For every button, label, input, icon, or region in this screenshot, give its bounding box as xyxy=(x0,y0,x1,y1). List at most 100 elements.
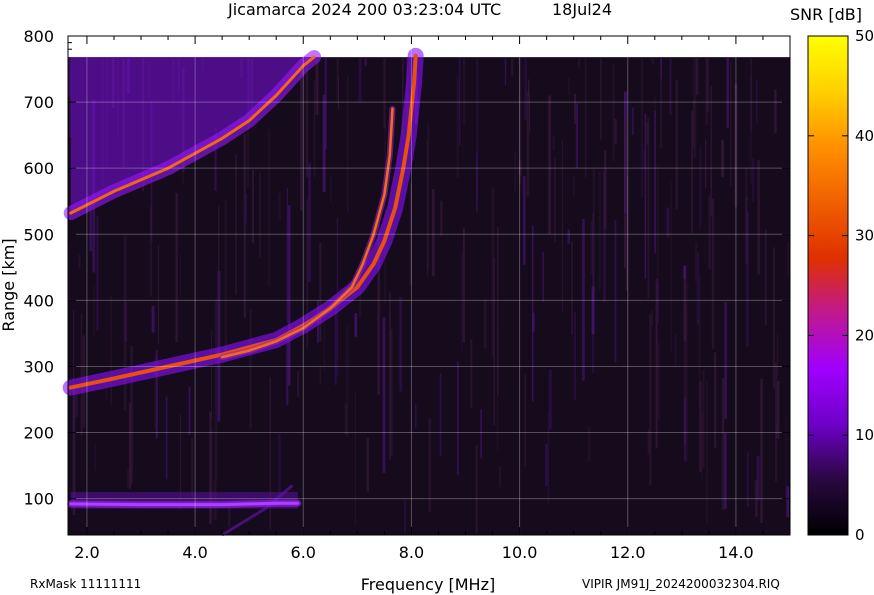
noise-streak xyxy=(584,57,587,178)
noise-streak xyxy=(514,150,516,192)
noise-streak xyxy=(313,81,316,178)
x-tick-label: 8.0 xyxy=(399,543,424,562)
noise-streak xyxy=(151,306,155,333)
noise-streak xyxy=(651,310,653,327)
noise-streak xyxy=(476,57,478,203)
noise-streak xyxy=(462,227,465,343)
file-annotation: VIPIR JM91J_2024200032304.RIQ xyxy=(582,577,780,591)
noise-streak xyxy=(491,187,495,357)
noise-streak xyxy=(459,57,461,146)
noise-streak xyxy=(577,57,580,69)
noise-streak xyxy=(760,378,763,523)
noise-streak xyxy=(669,57,672,116)
x-axis-label: Frequency [MHz] xyxy=(361,575,495,594)
noise-streak xyxy=(399,296,402,392)
noise-streak xyxy=(587,426,591,462)
noise-streak xyxy=(218,206,220,341)
noise-streak xyxy=(297,371,300,397)
noise-streak xyxy=(745,197,748,265)
rxmask-annotation: RxMask 11111111 xyxy=(30,577,141,591)
noise-streak xyxy=(426,141,428,277)
noise-streak xyxy=(214,299,218,480)
noise-streak xyxy=(567,77,570,96)
noise-streak xyxy=(660,57,662,80)
noise-streak xyxy=(180,253,182,299)
chart-title: Jicamarca 2024 200 03:23:04 UTC xyxy=(227,0,501,19)
noise-streak xyxy=(524,374,526,467)
noise-streak xyxy=(612,63,615,162)
noise-streak xyxy=(475,445,478,534)
colorbar-label: SNR [dB] xyxy=(790,5,862,24)
noise-streak xyxy=(252,169,254,243)
noise-streak xyxy=(243,133,246,318)
noise-streak xyxy=(705,57,709,126)
noise-streak xyxy=(641,57,643,198)
noise-streak xyxy=(483,299,487,348)
x-tick-label: 6.0 xyxy=(291,543,316,562)
noise-streak xyxy=(710,174,712,188)
noise-streak xyxy=(78,255,81,269)
x-tick-label: 10.0 xyxy=(502,543,538,562)
noise-streak xyxy=(470,339,473,409)
noise-streak xyxy=(278,434,281,498)
noise-streak xyxy=(705,139,707,189)
x-tick-label: 2.0 xyxy=(74,543,99,562)
noise-streak xyxy=(710,86,713,217)
colorbar-tick-label: 30 xyxy=(855,227,874,245)
noise-streak xyxy=(574,93,576,124)
noise-streak xyxy=(692,99,695,148)
noise-streak xyxy=(691,110,694,233)
y-tick-label: 400 xyxy=(23,291,54,310)
noise-streak xyxy=(699,148,702,229)
noise-streak xyxy=(510,57,514,76)
noise-streak xyxy=(561,140,563,313)
noise-streak xyxy=(235,153,237,295)
noise-streak xyxy=(404,500,406,535)
noise-streak xyxy=(696,57,699,96)
noise-streak xyxy=(439,373,442,457)
noise-streak xyxy=(685,281,688,463)
noise-streak xyxy=(128,402,132,490)
noise-streak xyxy=(765,229,767,326)
noise-streak xyxy=(683,265,687,280)
noise-streak xyxy=(573,175,575,198)
noise-streak xyxy=(389,292,391,460)
trace-e-layer xyxy=(67,499,302,509)
noise-streak xyxy=(670,182,673,352)
noise-streak xyxy=(548,95,551,234)
noise-streak xyxy=(286,335,289,405)
noise-streak xyxy=(461,252,463,351)
noise-streak xyxy=(529,95,531,133)
noise-streak xyxy=(776,334,779,376)
noise-streak xyxy=(655,278,658,449)
noise-streak xyxy=(549,369,552,430)
noise-streak xyxy=(330,173,332,203)
noise-streak xyxy=(157,245,160,345)
noise-streak xyxy=(300,57,303,211)
y-tick-label: 700 xyxy=(23,93,54,112)
y-tick-label: 200 xyxy=(23,424,54,443)
noise-streak xyxy=(772,247,775,389)
noise-streak xyxy=(80,313,83,436)
noise-streak xyxy=(774,362,778,482)
noise-streak xyxy=(149,206,152,297)
noise-streak xyxy=(647,117,650,299)
noise-streak xyxy=(654,96,656,210)
noise-streak xyxy=(614,119,617,145)
noise-streak xyxy=(575,103,578,168)
noise-streak xyxy=(431,188,435,277)
noise-streak xyxy=(440,200,443,236)
noise-streak xyxy=(757,160,760,275)
noise-streak xyxy=(724,302,727,419)
noise-streak xyxy=(346,325,349,437)
noise-streak xyxy=(93,285,95,336)
noise-streak xyxy=(745,167,748,206)
noise-streak xyxy=(657,281,659,323)
noise-streak xyxy=(631,107,634,136)
noise-streak xyxy=(724,432,727,509)
noise-streak xyxy=(532,225,534,402)
noise-streak xyxy=(305,57,309,178)
colorbar-tick-label: 50 xyxy=(855,27,874,45)
noise-streak xyxy=(666,207,670,238)
y-tick-label: 500 xyxy=(23,225,54,244)
